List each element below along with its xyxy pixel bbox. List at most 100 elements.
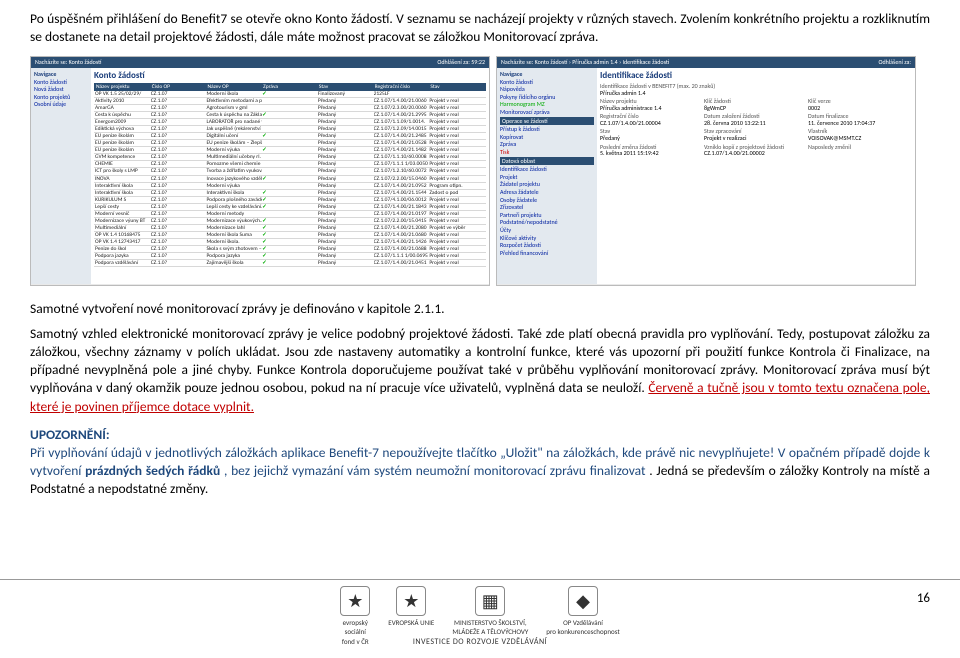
nav-item[interactable]: Tisk	[500, 149, 594, 156]
right-nav: Navigace Konto žádostí Nápověda Pokyny ř…	[497, 68, 597, 284]
table-row[interactable]: Energom2009CZ.1.0?LABORATOŘ pro nadané v…	[94, 119, 486, 126]
nav-item[interactable]: Žádatel projektu	[500, 181, 594, 188]
table-row[interactable]: AmarGACZ.1.0?Agrotourism v gmlPředanýCZ.…	[94, 105, 486, 112]
nav-item[interactable]: Projekt	[500, 174, 594, 181]
nav-item[interactable]: Přehled financování	[500, 250, 594, 257]
nav-item[interactable]: Konto žádostí	[500, 79, 594, 86]
nav-item[interactable]: Rozpočet žádosti	[500, 242, 594, 249]
table-row[interactable]: Cesta k úspěchuCZ.1.0?Cesta k úspěchu na…	[94, 112, 486, 119]
column-header: Číslo OP	[151, 84, 207, 90]
cell: Moderní škola.	[206, 239, 262, 245]
cell: CZ.1.0?	[151, 232, 207, 238]
table-row[interactable]: Aktivity 2010CZ.1.0?Efektivním metodami …	[94, 98, 486, 105]
cell: EU penize školám	[95, 140, 151, 146]
nav-item[interactable]: Nápověda	[500, 86, 594, 93]
column-header: Registrační číslo	[374, 84, 430, 90]
cell: Projekt v real	[429, 140, 485, 146]
table-row[interactable]: EU penize školámCZ.1.0?EU penize školám …	[94, 140, 486, 147]
table-row[interactable]: Lepší cestyCZ.1.0?Lepší cesty ke vzdeláv…	[94, 204, 486, 211]
cell: CZ.1.07/1.4.00/21.1482	[374, 147, 430, 153]
table-row[interactable]: OP VK 1.5 25/02/29/CZ.1.07Moderní škola✓…	[94, 91, 486, 98]
table-row[interactable]: EU penize školámCZ.1.0?Digitální učení✓P…	[94, 133, 486, 140]
cell: Předaný	[318, 197, 374, 203]
cell: Moderni výuka	[206, 183, 262, 189]
table-row[interactable]: Ediktická výchovaCZ.1.0?Jak uspěšně (rek…	[94, 126, 486, 133]
nav-item[interactable]: Přístup k žádosti	[500, 126, 594, 133]
table-row[interactable]: CHEMIECZ.1.0?Pomozme všemi chemie – še.P…	[94, 161, 486, 168]
table-header: Název projektuČíslo OPNázev OPZprávaStav…	[94, 83, 486, 91]
table-row[interactable]: Interaktivní školaCZ.1.0?Interaktivní šk…	[94, 190, 486, 197]
table-row[interactable]: INOVACZ.1.0?Inovace jazykového vzděl.✓Př…	[94, 176, 486, 183]
cell: Program otipn.	[429, 183, 485, 189]
nav-heading: Navigace	[500, 71, 594, 78]
table-row[interactable]: Moderní vesničCZ.1.0?Moderní metodyPředa…	[94, 211, 486, 218]
nav-item[interactable]: Osobní údaje	[34, 101, 88, 108]
nav-item-highlight[interactable]: Harmonogram MZ	[500, 101, 594, 108]
table-row[interactable]: Modernizace výuny BTCZ.1.0?Modernizace v…	[94, 218, 486, 225]
cell: Ediktická výchova	[95, 126, 151, 132]
cell: Projekt v real	[429, 161, 485, 167]
nav-item[interactable]: Kopírovat	[500, 134, 594, 141]
nav-item[interactable]: Identifikace žádosti	[500, 166, 594, 173]
cell: Projekt v real	[429, 211, 485, 217]
cell: Podpora jazyka	[206, 253, 262, 259]
cell: Projekt v real	[429, 126, 485, 132]
logo-caption: OP Vzdělávání pro konkurenceschopnost	[546, 618, 619, 637]
nav-item[interactable]: Klíčové aktivity	[500, 235, 594, 242]
nav-item[interactable]: Adresa žádatele	[500, 189, 594, 196]
cell: EU penize školám	[95, 147, 151, 153]
nav-item[interactable]: Nová žádost	[34, 86, 88, 93]
table-row[interactable]: OP VK 1.4 12743417CZ.1.0?Moderní škola.✓…	[94, 239, 486, 246]
field-value: 28. června 2010 13:22:11	[704, 120, 808, 127]
cell: CZ.1.07/1.4.00/21.0060	[374, 98, 430, 104]
nav-item[interactable]: Konto žádostí	[34, 79, 88, 86]
table-row[interactable]: EU penize školámCZ.1.0?Moderní výuka✓Pře…	[94, 147, 486, 154]
field-value: CZ.1.07/1.4.00/21.00002	[704, 150, 808, 157]
cell: Předaný	[318, 190, 374, 196]
cell: CZ.1.07/1.1.09/1.0014.	[374, 119, 430, 125]
nav-item[interactable]: Monitorovací zpráva	[500, 109, 594, 116]
nav-item[interactable]: Účty	[500, 227, 594, 234]
cell	[262, 105, 318, 111]
cell: Projekt v real	[429, 218, 485, 224]
cell: Předaný	[318, 98, 374, 104]
panel-title: Konto žádostí	[94, 71, 486, 81]
cell: Modernizace výukových…	[206, 218, 262, 224]
table-row[interactable]: KURIKULUM SCZ.1.0?Podpora plošného zavád…	[94, 197, 486, 204]
cell: Předaný	[318, 119, 374, 125]
cell: EU penize školám – Zlepš	[206, 140, 262, 146]
nav-item[interactable]: Zřizovatel	[500, 204, 594, 211]
cell: Cesta k úspěchu	[95, 112, 151, 118]
nav-item[interactable]: Podstatné/nepodstatné	[500, 219, 594, 226]
nav-item[interactable]: Osoby žádatele	[500, 197, 594, 204]
table-row[interactable]: Podpora vzděláváníCZ.1.0?Zajímavější ško…	[94, 260, 486, 267]
cell: Projekt v real	[429, 260, 485, 266]
table-row[interactable]: ICT pro školy s LMPCZ.1.0?Tvorba a ždřla…	[94, 168, 486, 175]
logo-caption: EVROPSKÁ UNIE	[388, 618, 434, 627]
nav-item[interactable]: Partneři projektu	[500, 212, 594, 219]
cell: ✓	[262, 260, 318, 266]
cell: CZ.1.07/2.2.00/15.0415	[374, 218, 430, 224]
nav-item[interactable]: Konto projektů	[34, 94, 88, 101]
cell: ✓	[262, 204, 318, 210]
nav-item[interactable]: Zpráva	[500, 141, 594, 148]
cell: ✓	[262, 176, 318, 182]
table-row[interactable]: Interaktivní školaCZ.1.0?Moderni výukaPř…	[94, 183, 486, 190]
table-row[interactable]: Podpora jazykaCZ.1.0?Podpora jazyka✓Před…	[94, 253, 486, 260]
cell: LABORATOŘ pro nadané v.	[206, 119, 262, 125]
cell: Předaný	[318, 133, 374, 139]
cell: CZ.1.0?	[151, 105, 207, 111]
nav-item[interactable]: Pokyny řídícího orgánu	[500, 94, 594, 101]
table-row[interactable]: Penize do školCZ.1.0?Škola s svým zhotov…	[94, 246, 486, 253]
cell: CZ.1.0?	[151, 154, 207, 160]
cell: INOVA	[95, 176, 151, 182]
table-row[interactable]: MultimediálníCZ.1.0?Modernizace lahl✓Pře…	[94, 225, 486, 232]
cell: CZ.1.0?	[151, 190, 207, 196]
nav-heading: Navigace	[34, 71, 88, 78]
table-row[interactable]: GVM kompetenceCZ.1.0?Multimediální učebn…	[94, 154, 486, 161]
cell: CZ.1.0?	[151, 260, 207, 266]
paragraph-chapter-ref: Samotné vytvoření nové monitorovací zprá…	[30, 300, 930, 318]
table-row[interactable]: OP VK 1.4 10168475CZ.1.0?Moderní škola S…	[94, 232, 486, 239]
cell: Projekt v real	[429, 119, 485, 125]
cell: Předaný	[318, 253, 374, 259]
